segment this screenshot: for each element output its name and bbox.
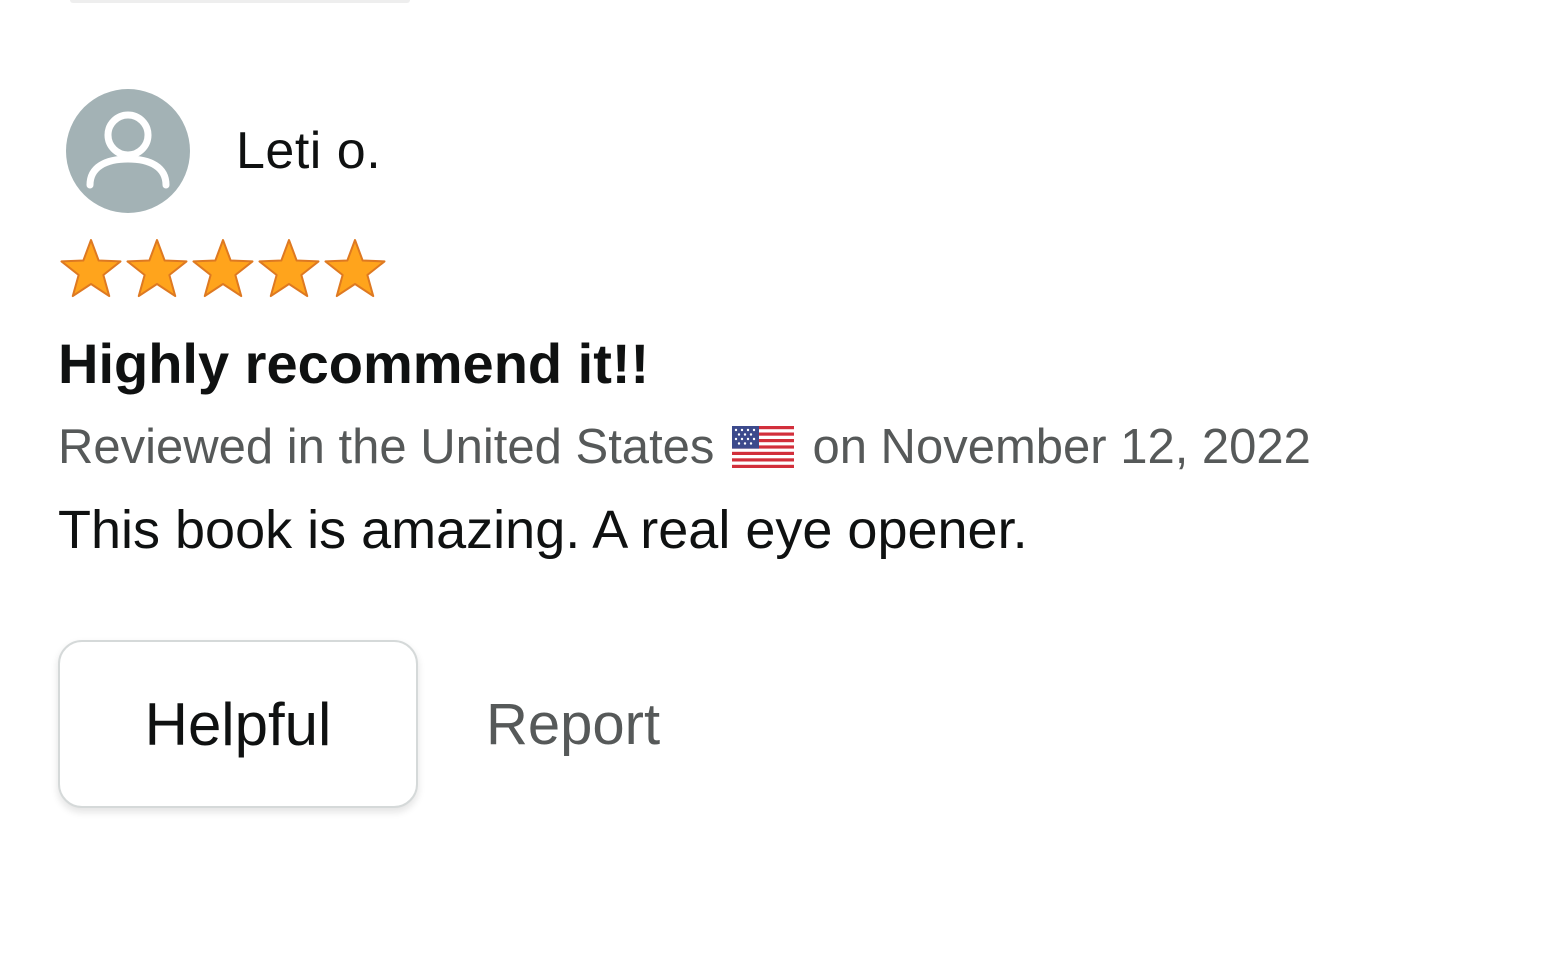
- review-actions: Helpful Report: [58, 640, 1498, 808]
- star-icon: [192, 239, 254, 298]
- report-link[interactable]: Report: [486, 691, 660, 758]
- user-icon: [86, 111, 170, 189]
- reviewer-profile[interactable]: Leti o.: [58, 88, 1498, 214]
- top-divider: [70, 0, 410, 3]
- review-location: Reviewed in the United States: [58, 420, 715, 474]
- review-date-text: on November 12, 2022: [812, 420, 1311, 474]
- avatar: [66, 89, 190, 213]
- review-date: Reviewed in the United States on Novembe…: [58, 418, 1498, 476]
- reviewer-name: Leti o.: [236, 122, 382, 180]
- review-title[interactable]: Highly recommend it!!: [58, 332, 1498, 396]
- star-rating[interactable]: [58, 236, 1498, 302]
- star-icon: [324, 239, 386, 298]
- star-icon: [60, 239, 122, 298]
- customer-review: Leti o. Highly recommend it!! Reviewed i…: [58, 88, 1498, 808]
- star-icon: [126, 239, 188, 298]
- us-flag-icon: [732, 426, 795, 468]
- helpful-button[interactable]: Helpful: [58, 640, 418, 808]
- review-body: This book is amazing. A real eye opener.: [58, 500, 1028, 560]
- star-icon: [258, 239, 320, 298]
